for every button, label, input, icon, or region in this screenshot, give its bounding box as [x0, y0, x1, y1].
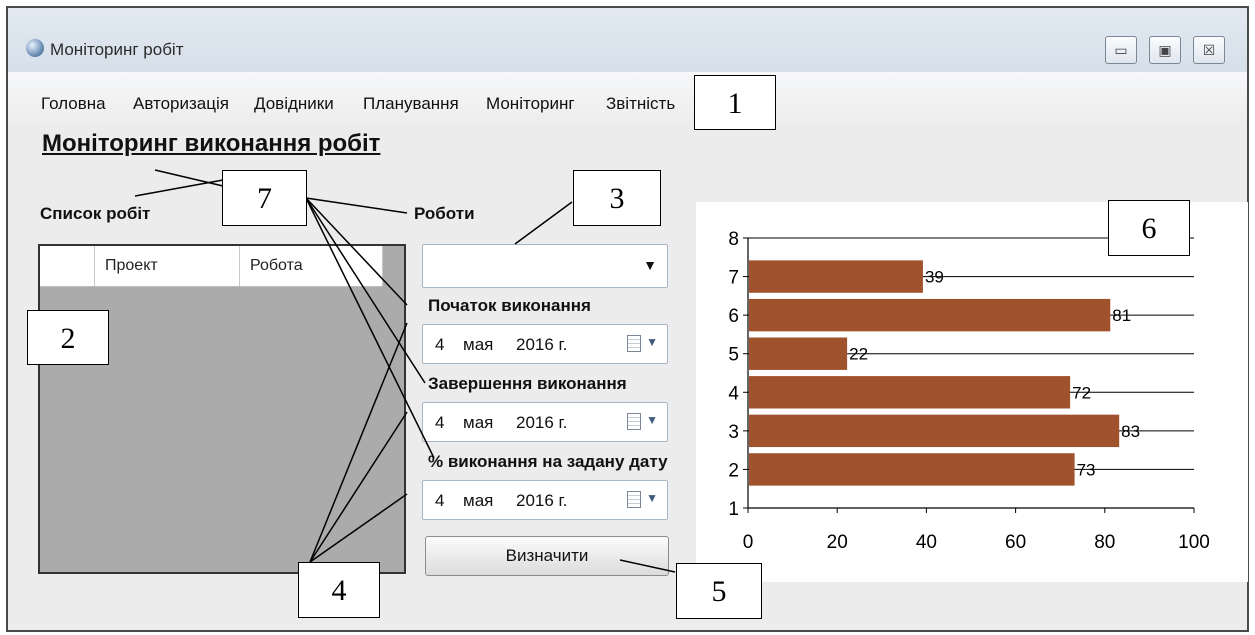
callout-7-line-to-percent-label: [305, 197, 435, 459]
callout-7-line-to-start-label: [305, 197, 408, 306]
callout-7-line-to-heading: [154, 169, 224, 187]
callout-5-line: [619, 559, 676, 573]
callout-4-line-to-start-date: [309, 322, 408, 563]
callout-3-line: [514, 201, 573, 245]
callout-7-line-to-jobs-label: [305, 197, 408, 214]
callout-3: 3: [573, 170, 661, 226]
callout-2: 2: [27, 310, 109, 365]
callout-7-line-to-end-label: [305, 197, 426, 384]
annotation-lines: [134, 169, 676, 573]
callout-5: 5: [676, 563, 762, 619]
callout-4: 4: [298, 562, 380, 618]
callout-6: 6: [1108, 200, 1190, 256]
callout-4-line-to-end-date: [309, 411, 408, 563]
callout-1: 1: [694, 75, 776, 130]
callout-7: 7: [222, 170, 307, 226]
